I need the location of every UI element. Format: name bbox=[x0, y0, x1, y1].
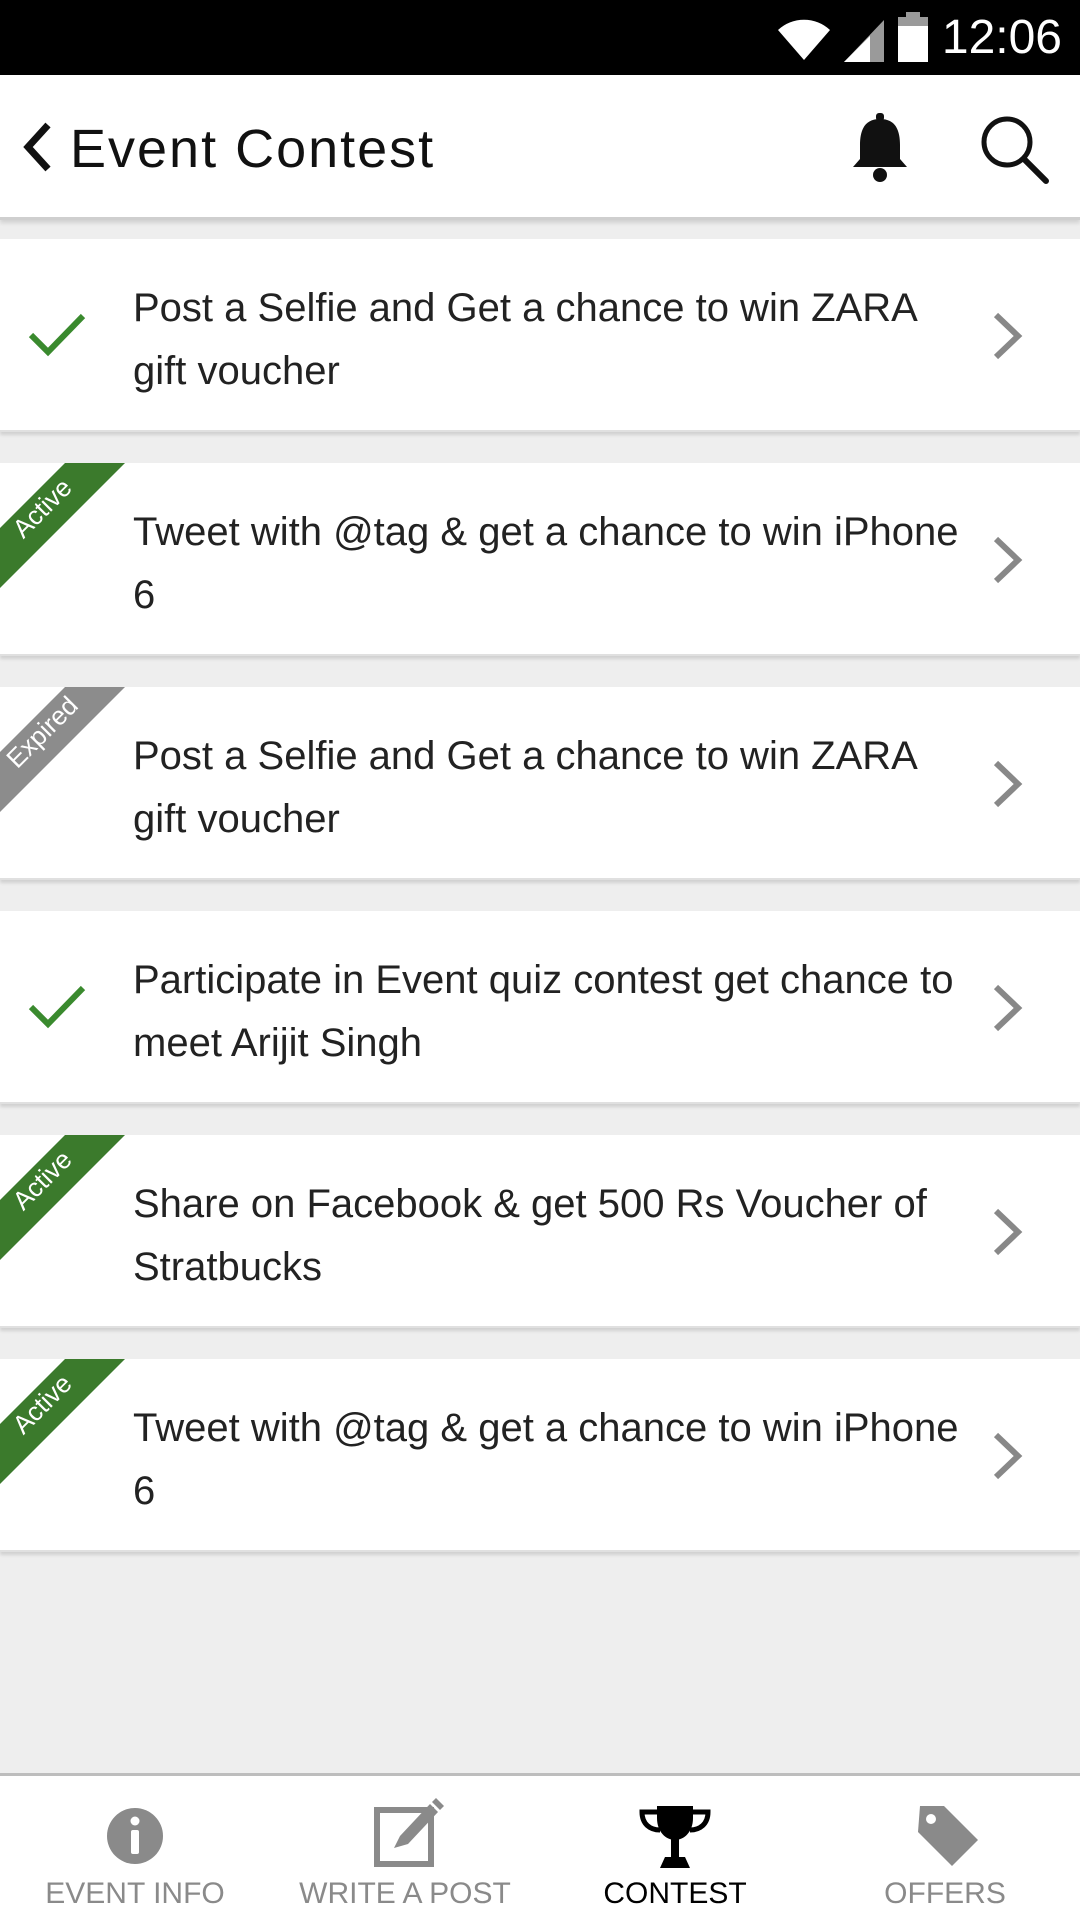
contest-card[interactable]: Active Tweet with @tag & get a chance to … bbox=[0, 463, 1080, 656]
contest-list: Post a Selfie and Get a chance to win ZA… bbox=[0, 239, 1080, 1583]
chevron-right-icon bbox=[993, 536, 1023, 584]
contest-title: Tweet with @tag & get a chance to win iP… bbox=[133, 510, 959, 617]
chevron-right-icon bbox=[993, 984, 1023, 1032]
contest-title: Participate in Event quiz contest get ch… bbox=[133, 958, 954, 1065]
info-icon bbox=[107, 1808, 163, 1864]
contest-card[interactable]: Post a Selfie and Get a chance to win ZA… bbox=[0, 239, 1080, 432]
nav-contest[interactable]: CONTEST bbox=[540, 1776, 810, 1920]
chevron-right-icon bbox=[993, 1432, 1023, 1480]
nav-event-info[interactable]: EVENT INFO bbox=[0, 1776, 270, 1920]
status-time: 12:06 bbox=[941, 11, 1062, 64]
contest-card[interactable]: Active Share on Facebook & get 500 Rs Vou… bbox=[0, 1135, 1080, 1328]
status-icons bbox=[776, 12, 930, 62]
wifi-icon bbox=[778, 19, 830, 60]
nav-write-a-post[interactable]: WRITE A POST bbox=[270, 1776, 540, 1920]
contest-title: Post a Selfie and Get a chance to win ZA… bbox=[133, 734, 916, 841]
contest-card[interactable]: Active Tweet with @tag & get a chance to … bbox=[0, 1359, 1080, 1552]
contest-title: Tweet with @tag & get a chance to win iP… bbox=[133, 1406, 959, 1513]
back-chevron-icon[interactable] bbox=[16, 117, 56, 177]
signal-icon bbox=[844, 20, 884, 62]
checkmark-icon bbox=[28, 985, 86, 1029]
search-icon[interactable] bbox=[978, 113, 1050, 185]
chevron-right-icon bbox=[993, 312, 1023, 360]
trophy-icon bbox=[639, 1806, 711, 1868]
contest-card[interactable]: Expired Post a Selfie and Get a chance to… bbox=[0, 687, 1080, 880]
nav-label: EVENT INFO bbox=[45, 1877, 225, 1910]
status-bar: 12:06 bbox=[0, 0, 1080, 75]
contest-title: Post a Selfie and Get a chance to win ZA… bbox=[133, 286, 916, 393]
nav-label: CONTEST bbox=[603, 1877, 747, 1910]
contest-title: Share on Facebook & get 500 Rs Voucher o… bbox=[133, 1182, 927, 1289]
nav-offers[interactable]: OFFERS bbox=[810, 1776, 1080, 1920]
tag-icon bbox=[918, 1806, 978, 1866]
bell-icon[interactable] bbox=[848, 113, 912, 185]
contest-card[interactable]: Participate in Event quiz contest get ch… bbox=[0, 911, 1080, 1104]
app-header: Event Contest bbox=[0, 75, 1080, 220]
checkmark-icon bbox=[28, 313, 86, 357]
edit-icon bbox=[374, 1798, 444, 1867]
nav-label: WRITE A POST bbox=[299, 1877, 511, 1910]
battery-icon bbox=[898, 12, 928, 62]
chevron-right-icon bbox=[993, 1208, 1023, 1256]
page-title: Event Contest bbox=[70, 119, 436, 179]
chevron-right-icon bbox=[993, 760, 1023, 808]
nav-label: OFFERS bbox=[884, 1877, 1006, 1910]
bottom-navigation: EVENT INFO WRITE A POST CONTEST OFFERS bbox=[0, 1773, 1080, 1920]
